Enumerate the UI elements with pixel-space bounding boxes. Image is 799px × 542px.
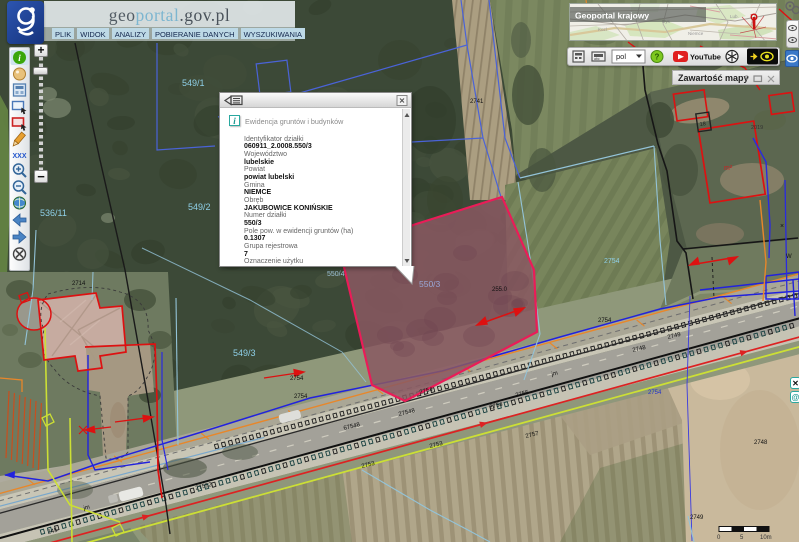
svg-text:?: ? [744, 74, 749, 84]
svg-text:2754: 2754 [648, 390, 662, 396]
svg-text:XXX: XXX [12, 153, 26, 160]
svg-text:2754: 2754 [598, 318, 612, 324]
svg-text:m²: m² [724, 165, 733, 172]
svg-text:2754: 2754 [294, 394, 308, 400]
svg-text:2741: 2741 [470, 99, 484, 105]
svg-text:549/3: 549/3 [233, 348, 256, 358]
svg-text:2749: 2749 [690, 515, 704, 521]
svg-text:550/3: 550/3 [419, 279, 441, 289]
svg-text:18: 18 [699, 121, 706, 128]
svg-text:536/11: 536/11 [40, 208, 67, 218]
svg-text:abc: abc [594, 57, 600, 61]
svg-text:550/4: 550/4 [327, 271, 345, 278]
svg-text:Lub.: Lub. [730, 14, 739, 19]
svg-text:2714: 2714 [72, 281, 86, 287]
svg-text:YouTube: YouTube [690, 53, 721, 62]
svg-text:2754: 2754 [290, 376, 304, 382]
svg-text:Niemce: Niemce [688, 31, 704, 36]
svg-text:549/2: 549/2 [188, 202, 211, 212]
svg-text:549/1: 549/1 [182, 78, 205, 88]
svg-text:2748: 2748 [754, 440, 768, 446]
svg-text:10m: 10m [760, 535, 772, 541]
svg-text:W: W [786, 254, 792, 260]
svg-text:pol: pol [616, 52, 626, 61]
svg-text:×: × [780, 223, 784, 230]
svg-text:2754: 2754 [604, 258, 620, 265]
svg-text:?: ? [655, 53, 660, 62]
svg-text:2019: 2019 [751, 125, 763, 131]
svg-text:255.0: 255.0 [492, 287, 508, 293]
svg-text:Kozl: Kozl [598, 27, 607, 32]
svg-text:Geoportal krajowy: Geoportal krajowy [575, 11, 649, 21]
